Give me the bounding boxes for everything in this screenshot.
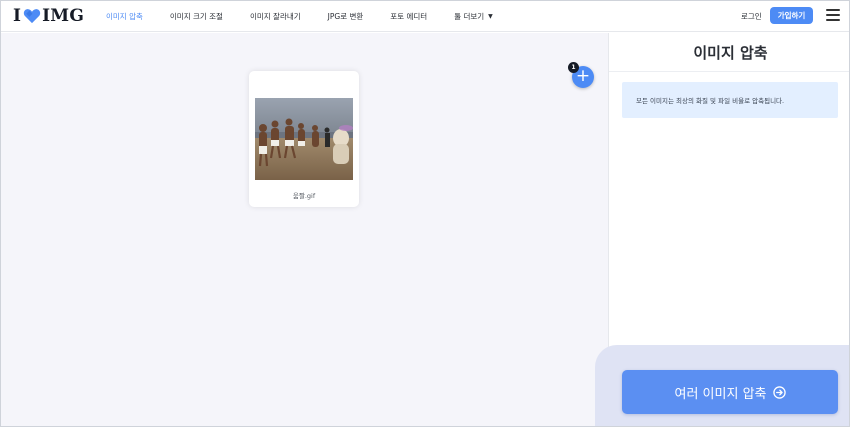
logo-prefix: I xyxy=(13,6,22,26)
main-nav: 이미지 압축 이미지 크기 조절 이미지 잘라내기 JPG로 변환 포토 에디터… xyxy=(106,1,520,32)
file-card[interactable]: 움짤.gif xyxy=(249,71,359,207)
nav-item-more-tools[interactable]: 툴 더보기 ▼ xyxy=(454,11,493,22)
sidebar-title: 이미지 압축 xyxy=(609,33,849,72)
nav-item-label: 이미지 크기 조절 xyxy=(169,12,223,21)
compress-images-button[interactable]: 여러 이미지 압축 xyxy=(622,370,838,414)
nav-item-photo-editor[interactable]: 포토 에디터 xyxy=(390,11,427,22)
nav-item-label: 이미지 압축 xyxy=(106,12,143,21)
file-count-badge: 1 xyxy=(568,62,579,73)
options-sidebar: 이미지 압축 모든 이미지는 최상의 화질 및 파일 비율로 압축됩니다. 여러… xyxy=(595,33,849,426)
nav-item-compress-image[interactable]: 이미지 압축 xyxy=(106,11,143,22)
logo-suffix: IMG xyxy=(42,6,85,26)
login-link[interactable]: 로그인 xyxy=(741,11,762,22)
nav-item-label: 이미지 잘라내기 xyxy=(249,12,301,21)
nav-item-label: JPG로 변환 xyxy=(327,12,364,21)
top-navigation-bar: I IMG 이미지 압축 이미지 크기 조절 이미지 잘라내기 JPG로 변환 … xyxy=(1,1,849,32)
signup-button[interactable]: 가입하기 xyxy=(770,7,813,24)
nav-item-convert-to-jpg[interactable]: JPG로 변환 xyxy=(328,11,364,22)
nav-item-label: 포토 에디터 xyxy=(390,12,428,21)
file-name: 움짤.gif xyxy=(292,192,316,200)
caret-down-icon: ▼ xyxy=(488,13,493,20)
nav-item-label: 툴 더보기 xyxy=(454,12,485,21)
app-window: I IMG 이미지 압축 이미지 크기 조절 이미지 잘라내기 JPG로 변환 … xyxy=(0,0,850,427)
heart-logo-icon xyxy=(24,9,41,24)
info-message-text: 모든 이미지는 최상의 화질 및 파일 비율로 압축됩니다. xyxy=(636,97,785,105)
nav-item-resize-image[interactable]: 이미지 크기 조절 xyxy=(170,11,223,22)
nav-item-crop-image[interactable]: 이미지 잘라내기 xyxy=(250,11,301,22)
workspace-area: 움짤.gif + 1 xyxy=(1,33,608,426)
file-thumbnail-image xyxy=(255,98,353,180)
iloveimg-logo[interactable]: I IMG xyxy=(13,6,84,26)
hamburger-menu-icon[interactable] xyxy=(826,9,840,21)
arrow-right-circle-icon xyxy=(772,385,786,399)
compress-button-label: 여러 이미지 압축 xyxy=(674,386,767,402)
info-message: 모든 이미지는 최상의 화질 및 파일 비율로 압축됩니다. xyxy=(622,82,838,118)
